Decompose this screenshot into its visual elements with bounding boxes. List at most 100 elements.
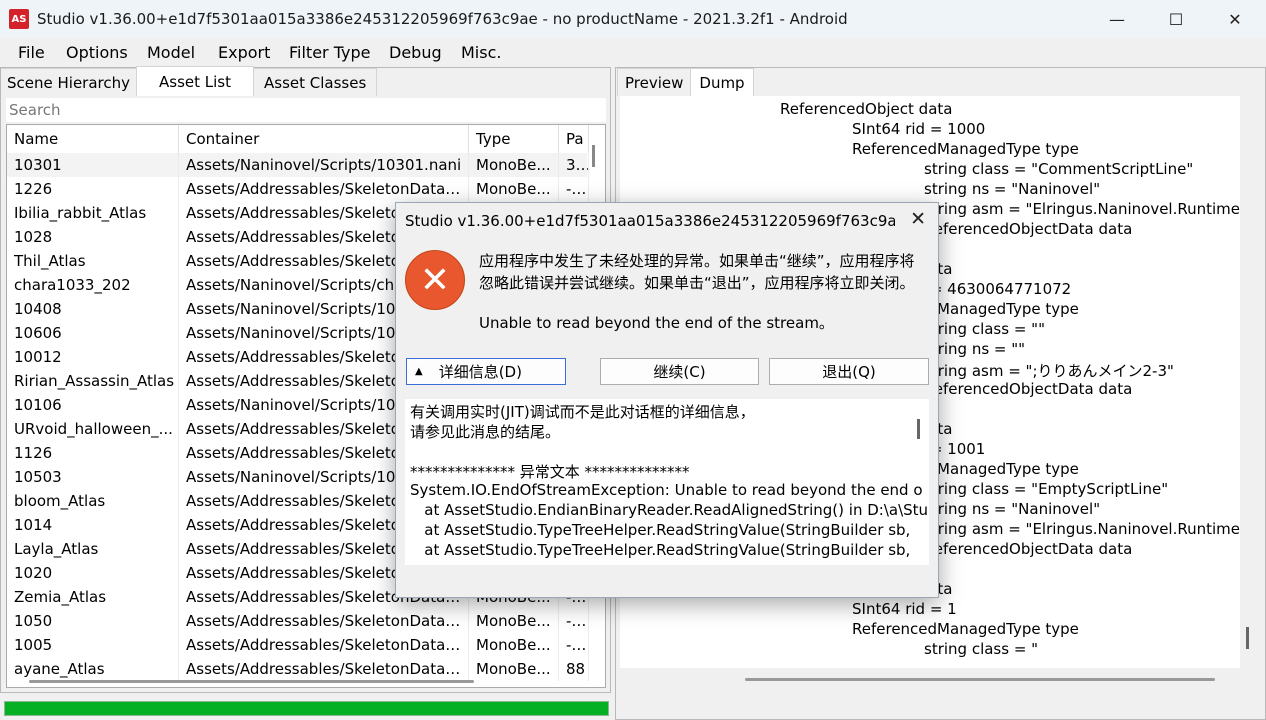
dump-line: string ns = "" (924, 340, 1026, 358)
cell-container: Assets/Addressables/SkeletonDataA... (179, 633, 469, 657)
tab-asset-list[interactable]: Asset List (136, 66, 255, 96)
cell-container: Assets/Addressables/SkeletonDataA... (179, 177, 469, 201)
dump-line: string ns = "Naninovel" (924, 500, 1101, 518)
cell-type: MonoBe... (469, 177, 559, 201)
cell-name: Ririan_Assassin_Atlas (7, 369, 179, 393)
list-horizontal-scrollbar[interactable] (29, 680, 474, 683)
column-header-type[interactable]: Type (469, 125, 559, 153)
cell-name: 1226 (7, 177, 179, 201)
details-vertical-scrollbar[interactable] (917, 419, 920, 439)
details-textbox[interactable]: 有关调用实时(JIT)调试而不是此对话框的详细信息， 请参见此消息的结尾。 ****… (405, 399, 929, 565)
error-icon: ✕ (405, 250, 465, 310)
tab-asset-classes[interactable]: Asset Classes (253, 68, 378, 96)
minimize-button[interactable]: — (1088, 0, 1146, 38)
details-button[interactable]: ▲ 详细信息(D) (406, 358, 566, 385)
details-line: at AssetStudio.TypeTreeHelper.ReadString… (410, 521, 911, 539)
dump-line: string asm = ";りりあんメイン2-3" (924, 362, 1174, 380)
column-header-name[interactable]: Name (7, 125, 179, 153)
list-vertical-scrollbar[interactable] (592, 145, 595, 167)
search-input[interactable] (6, 98, 606, 122)
right-tab-strip: Preview Dump (617, 68, 754, 96)
cell-name: 1126 (7, 441, 179, 465)
cell-name: Zemia_Atlas (7, 585, 179, 609)
column-header-path-id[interactable]: Pa (559, 125, 589, 153)
app-icon: AS (9, 9, 29, 29)
menu-bar: File Options Model Export Filter Type De… (0, 38, 1266, 66)
table-row[interactable]: ayane_Atlas Assets/Addressables/SkeletonD… (7, 657, 589, 681)
cell-name: 10606 (7, 321, 179, 345)
cell-name: 10301 (7, 153, 179, 177)
cell-name: Thil_Atlas (7, 249, 179, 273)
cell-name: chara1033_202 (7, 273, 179, 297)
dump-line: ReferencedObjectData data (924, 380, 1133, 398)
dump-line: string class = "CommentScriptLine" (924, 160, 1194, 178)
dump-line: string class = "EmptyScriptLine" (924, 480, 1169, 498)
dump-line: ReferencedManagedType type (852, 140, 1079, 158)
dump-line: string asm = "Elringus.Naninovel.Runtime… (924, 520, 1240, 538)
details-line: ************** 异常文本 ************** (410, 463, 690, 481)
dump-line: string ns = "Naninovel" (924, 180, 1101, 198)
menu-filter-type[interactable]: Filter Type (289, 43, 370, 62)
cell-name: 1050 (7, 609, 179, 633)
cell-path-id: -52 (559, 609, 589, 633)
dump-line: ReferencedObject data (780, 100, 953, 118)
table-row[interactable]: 1226 Assets/Addressables/SkeletonDataA...… (7, 177, 589, 201)
dump-line: ReferencedObjectData data (924, 540, 1133, 558)
cell-name: 1005 (7, 633, 179, 657)
progress-bar (4, 701, 609, 716)
dump-line: SInt64 rid = 1 (852, 600, 957, 618)
cell-type: MonoBe... (469, 609, 559, 633)
menu-file[interactable]: File (18, 43, 45, 62)
cell-path-id: 324 (559, 153, 589, 177)
dump-vertical-scrollbar[interactable] (1246, 627, 1249, 649)
cell-name: 10408 (7, 297, 179, 321)
cell-container: Assets/Addressables/SkeletonDataA... (179, 609, 469, 633)
cell-name: URvoid_halloween_... (7, 417, 179, 441)
column-header-container[interactable]: Container (179, 125, 469, 153)
dump-horizontal-scrollbar[interactable] (745, 678, 1215, 681)
dump-line: ReferencedManagedType type (852, 620, 1079, 638)
cell-name: 10012 (7, 345, 179, 369)
cell-name: Layla_Atlas (7, 537, 179, 561)
cell-type: MonoBe... (469, 633, 559, 657)
dump-line: ReferencedObjectData data (924, 220, 1133, 238)
dialog-close-icon[interactable]: ✕ (910, 208, 926, 230)
dialog-message-line2: 忽略此错误并尝试继续。如果单击“退出”，应用程序将立即关闭。 (479, 274, 915, 292)
dialog-title: Studio v1.36.00+e1d7f5301aa015a3386e2453… (405, 212, 895, 230)
tab-scene-hierarchy[interactable]: Scene Hierarchy (1, 68, 138, 96)
details-line: at AssetStudio.EndianBinaryReader.ReadAl… (410, 501, 929, 519)
cell-name: 1020 (7, 561, 179, 585)
error-dialog: Studio v1.36.00+e1d7f5301aa015a3386e2453… (395, 202, 939, 598)
left-tab-strip: Scene Hierarchy Asset List Asset Classes (1, 66, 378, 96)
details-button-label: 详细信息(D) (438, 363, 522, 381)
dialog-message-line1: 应用程序中发生了未经处理的异常。如果单击“继续”，应用程序将 (479, 252, 915, 270)
menu-options[interactable]: Options (66, 43, 128, 62)
continue-button[interactable]: 继续(C) (600, 358, 759, 385)
collapse-arrow-icon: ▲ (415, 366, 423, 377)
cell-name: Ibilia_rabbit_Atlas (7, 201, 179, 225)
close-button[interactable]: ✕ (1206, 0, 1264, 38)
cell-container: Assets/Addressables/SkeletonDataA... (179, 657, 469, 681)
table-row[interactable]: 1050 Assets/Addressables/SkeletonDataA...… (7, 609, 589, 633)
cell-name: 10106 (7, 393, 179, 417)
cell-type: MonoBe... (469, 153, 559, 177)
tab-preview[interactable]: Preview (617, 68, 692, 96)
menu-debug[interactable]: Debug (389, 43, 442, 62)
menu-model[interactable]: Model (147, 43, 195, 62)
cell-container: Assets/Naninovel/Scripts/10301.nani (179, 153, 469, 177)
cell-path-id: -91 (559, 633, 589, 657)
details-line: 请参见此消息的结尾。 (410, 423, 561, 441)
quit-button[interactable]: 退出(Q) (769, 358, 929, 385)
menu-misc[interactable]: Misc. (461, 43, 501, 62)
window-title: Studio v1.36.00+e1d7f5301aa015a3386e2453… (37, 10, 848, 28)
details-line: at AssetStudio.TypeTreeHelper.ReadString… (410, 541, 911, 559)
dump-line: string asm = "Elringus.Naninovel.Runtime… (924, 200, 1240, 218)
details-line: 有关调用实时(JIT)调试而不是此对话框的详细信息， (410, 403, 755, 421)
maximize-button[interactable]: ☐ (1147, 0, 1205, 38)
dump-line: SInt64 rid = 1000 (852, 120, 986, 138)
tab-dump[interactable]: Dump (690, 68, 754, 96)
table-row[interactable]: 10301 Assets/Naninovel/Scripts/10301.nani… (7, 153, 589, 177)
table-row[interactable]: 1005 Assets/Addressables/SkeletonDataA...… (7, 633, 589, 657)
dialog-exception-text: Unable to read beyond the end of the str… (479, 314, 834, 332)
menu-export[interactable]: Export (218, 43, 270, 62)
